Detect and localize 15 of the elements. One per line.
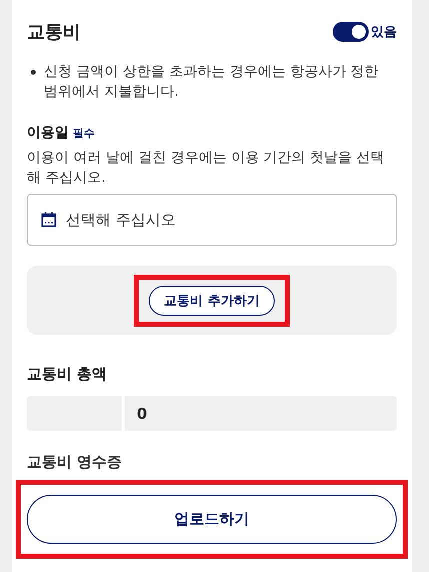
date-field[interactable]: 선택해 주십시오 bbox=[27, 194, 397, 246]
field-label: 이용일 bbox=[27, 124, 69, 142]
required-tag: 필수 bbox=[73, 126, 95, 141]
calendar-icon bbox=[41, 212, 57, 228]
section-title: 교통비 bbox=[27, 21, 81, 44]
help-text: 이용이 여러 날에 걸친 경우에는 이용 기간의 첫날을 선택해 주십시오. bbox=[27, 149, 386, 188]
toggle-label: 있음 bbox=[371, 24, 397, 41]
total-label: 교통비 총액 bbox=[27, 365, 108, 384]
receipt-label: 교통비 영수증 bbox=[27, 453, 124, 472]
total-value: 0 bbox=[125, 396, 397, 431]
bullet-icon bbox=[31, 70, 36, 75]
upload-button[interactable]: 업로드하기 bbox=[27, 495, 397, 544]
add-fare-button[interactable]: 교통비 추가하기 bbox=[149, 286, 275, 316]
note-text: 신청 금액이 상한을 초과하는 경우에는 항공사가 정한 범위에서 지불합니다. bbox=[44, 63, 380, 102]
toggle-switch[interactable] bbox=[333, 22, 369, 42]
